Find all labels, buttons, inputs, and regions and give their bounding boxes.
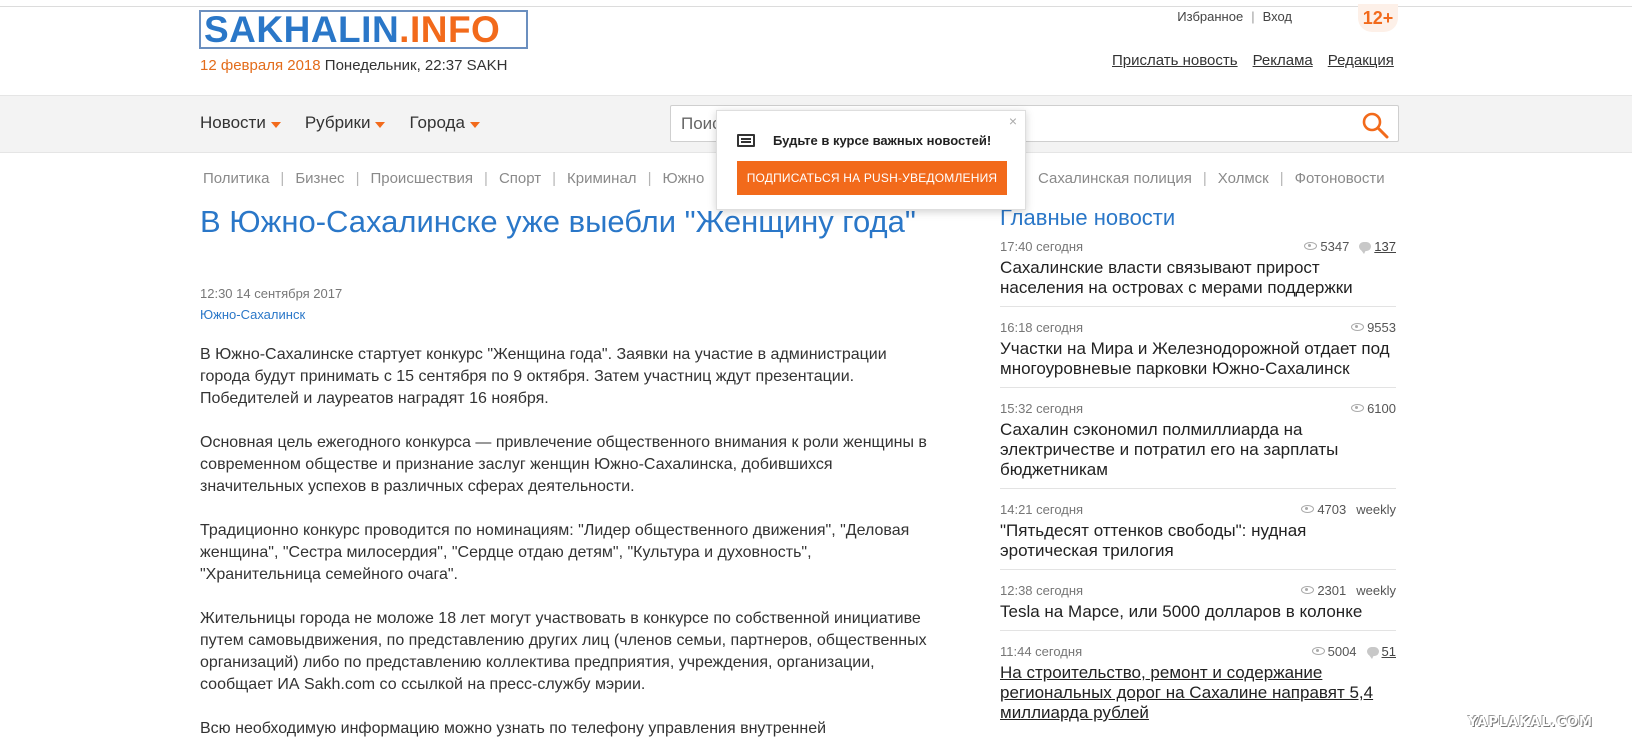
logo-part-1: SAKHALIN bbox=[204, 9, 400, 50]
menu-news-label: Новости bbox=[200, 113, 266, 132]
rubric-separator: | bbox=[355, 170, 360, 187]
rubric-separator: | bbox=[280, 170, 285, 187]
rubrics-bar-right: Сахалинская полиция | Холмск | Фотоновости bbox=[1038, 170, 1385, 187]
news-headline[interactable]: Tesla на Марсе, или 5000 долларов в коло… bbox=[1000, 602, 1396, 622]
list-item[interactable]: 14:21 сегодня 4703 weekly "Пятьдесят отт… bbox=[1000, 499, 1396, 570]
chevron-down-icon bbox=[469, 121, 480, 128]
main-menu: Новости Рубрики Города bbox=[200, 113, 480, 133]
news-time: 15:32 сегодня bbox=[1000, 400, 1084, 416]
chevron-down-icon bbox=[270, 121, 281, 128]
article-paragraph: Жительницы города не моложе 18 лет могут… bbox=[200, 610, 927, 693]
main-news-list: 17:40 сегодня 5347 137 Сахалинские власт… bbox=[1000, 236, 1396, 741]
menu-rubrics[interactable]: Рубрики bbox=[305, 113, 386, 133]
news-headline[interactable]: Сахалинские власти связывают прирост нас… bbox=[1000, 258, 1396, 298]
list-item[interactable]: 16:18 сегодня 9553 Участки на Мира и Жел… bbox=[1000, 317, 1396, 388]
article-city-link[interactable]: Южно-Сахалинск bbox=[200, 307, 305, 322]
rubric-separator: | bbox=[1279, 170, 1284, 187]
logo-part-2: .INFO bbox=[399, 9, 501, 50]
rubric-photonews[interactable]: Фотоновости bbox=[1295, 170, 1385, 187]
news-time: 14:21 сегодня bbox=[1000, 501, 1084, 517]
article-paragraph: Традиционно конкурс проводится по номина… bbox=[200, 522, 910, 583]
menu-cities-label: Города bbox=[409, 113, 465, 132]
rubric-police[interactable]: Сахалинская полиция bbox=[1038, 170, 1192, 187]
advertising-link[interactable]: Реклама bbox=[1253, 52, 1313, 69]
list-item[interactable]: 11:44 сегодня 5004 51 На строительство, … bbox=[1000, 641, 1396, 731]
current-date: 12 февраля 2018 bbox=[200, 57, 321, 74]
views-count: 6100 bbox=[1367, 400, 1396, 416]
close-icon[interactable]: × bbox=[1009, 113, 1017, 129]
favorites-link[interactable]: Избранное bbox=[1177, 9, 1243, 24]
rubric-separator: | bbox=[552, 170, 557, 187]
views-icon bbox=[1301, 586, 1315, 594]
news-headline[interactable]: Участки на Мира и Железнодорожной отдает… bbox=[1000, 339, 1396, 379]
header-links: Прислать новость Реклама Редакция bbox=[1112, 52, 1394, 69]
chevron-down-icon bbox=[375, 121, 386, 128]
rubric-incidents[interactable]: Происшествия bbox=[370, 170, 473, 187]
views-icon bbox=[1311, 647, 1325, 655]
rubrics-bar: Политика | Бизнес | Происшествия | Спорт | К… bbox=[203, 170, 704, 187]
comments-count[interactable]: 51 bbox=[1382, 644, 1396, 659]
dateline: 12 февраля 2018 Понедельник, 22:37 SAKH bbox=[200, 57, 507, 74]
age-rating-badge: 12+ bbox=[1358, 4, 1398, 32]
menu-cities[interactable]: Города bbox=[409, 113, 480, 133]
list-item[interactable]: 12:38 сегодня 2301 weekly Tesla на Марсе… bbox=[1000, 580, 1396, 631]
rubric-separator: | bbox=[647, 170, 652, 187]
views-count: 5004 bbox=[1327, 643, 1357, 659]
list-item[interactable]: 17:40 сегодня 5347 137 Сахалинские власт… bbox=[1000, 236, 1396, 307]
subscribe-push-button[interactable]: ПОДПИСАТЬСЯ НА PUSH-УВЕДОМЛЕНИЯ bbox=[737, 161, 1007, 195]
news-time: 17:40 сегодня bbox=[1000, 238, 1084, 254]
views-icon bbox=[1351, 323, 1365, 331]
views-icon bbox=[1301, 505, 1315, 513]
news-time: 11:44 сегодня bbox=[1000, 643, 1083, 659]
news-headline[interactable]: На строительство, ремонт и содержание ре… bbox=[1000, 663, 1396, 723]
popup-message: Будьте в курсе важных новостей! bbox=[773, 133, 992, 148]
article-paragraph: Основная цель ежегодного конкурса — прив… bbox=[200, 434, 927, 495]
login-link[interactable]: Вход bbox=[1263, 9, 1292, 24]
search-icon[interactable] bbox=[1361, 111, 1389, 139]
rubric-separator: | bbox=[484, 170, 488, 187]
comments-count[interactable]: 137 bbox=[1374, 239, 1396, 254]
user-links: Избранное | Вход bbox=[1177, 9, 1292, 24]
editorial-link[interactable]: Редакция bbox=[1328, 52, 1394, 69]
views-count: 4703 bbox=[1317, 501, 1347, 517]
article-body: В Южно-Сахалинске стартует конкурс "Женщ… bbox=[200, 344, 935, 753]
article-paragraph: В Южно-Сахалинске стартует конкурс "Женщ… bbox=[200, 346, 887, 407]
comments-icon bbox=[1359, 241, 1372, 254]
rubric-separator: | bbox=[1202, 170, 1207, 187]
weekly-label: weekly bbox=[1356, 582, 1396, 598]
article-title: В Южно-Сахалинске уже выебли "Женщину го… bbox=[200, 204, 916, 239]
current-day-time: Понедельник, 22:37 SAKH bbox=[324, 57, 508, 74]
rubric-south[interactable]: Южно bbox=[662, 170, 704, 187]
push-notification-popup: × Будьте в курсе важных новостей! ПОДПИС… bbox=[716, 110, 1026, 210]
user-links-separator: | bbox=[1251, 9, 1255, 24]
newspaper-icon bbox=[737, 134, 755, 147]
views-icon bbox=[1351, 404, 1365, 412]
site-logo[interactable]: SAKHALIN .INFO bbox=[199, 10, 528, 49]
views-count: 2301 bbox=[1317, 582, 1347, 598]
news-headline[interactable]: Сахалин сэкономил полмиллиарда на электр… bbox=[1000, 420, 1396, 480]
article-paragraph: Всю необходимую информацию можно узнать … bbox=[200, 720, 827, 737]
rubric-politics[interactable]: Политика bbox=[203, 170, 269, 187]
article-datetime: 12:30 14 сентября 2017 bbox=[200, 286, 343, 301]
rubric-business[interactable]: Бизнес bbox=[295, 170, 344, 187]
views-count: 5347 bbox=[1320, 238, 1350, 254]
main-news-title: Главные новости bbox=[1000, 205, 1176, 230]
menu-news[interactable]: Новости bbox=[200, 113, 281, 133]
list-item[interactable]: 15:32 сегодня 6100 Сахалин сэкономил пол… bbox=[1000, 398, 1396, 489]
news-headline[interactable]: "Пятьдесят оттенков свободы": нудная эро… bbox=[1000, 521, 1396, 561]
rubric-kholmsk[interactable]: Холмск bbox=[1218, 170, 1269, 187]
send-news-link[interactable]: Прислать новость bbox=[1112, 52, 1238, 69]
comments-icon bbox=[1366, 646, 1379, 659]
news-time: 12:38 сегодня bbox=[1000, 582, 1084, 598]
watermark: YAPLAKAL.COM bbox=[1468, 715, 1593, 730]
weekly-label: weekly bbox=[1356, 501, 1396, 517]
rubric-crime[interactable]: Криминал bbox=[567, 170, 637, 187]
rubric-sport[interactable]: Спорт bbox=[499, 170, 541, 187]
news-time: 16:18 сегодня bbox=[1000, 319, 1084, 335]
views-icon bbox=[1304, 242, 1318, 250]
views-count: 9553 bbox=[1367, 319, 1396, 335]
menu-rubrics-label: Рубрики bbox=[304, 113, 371, 132]
